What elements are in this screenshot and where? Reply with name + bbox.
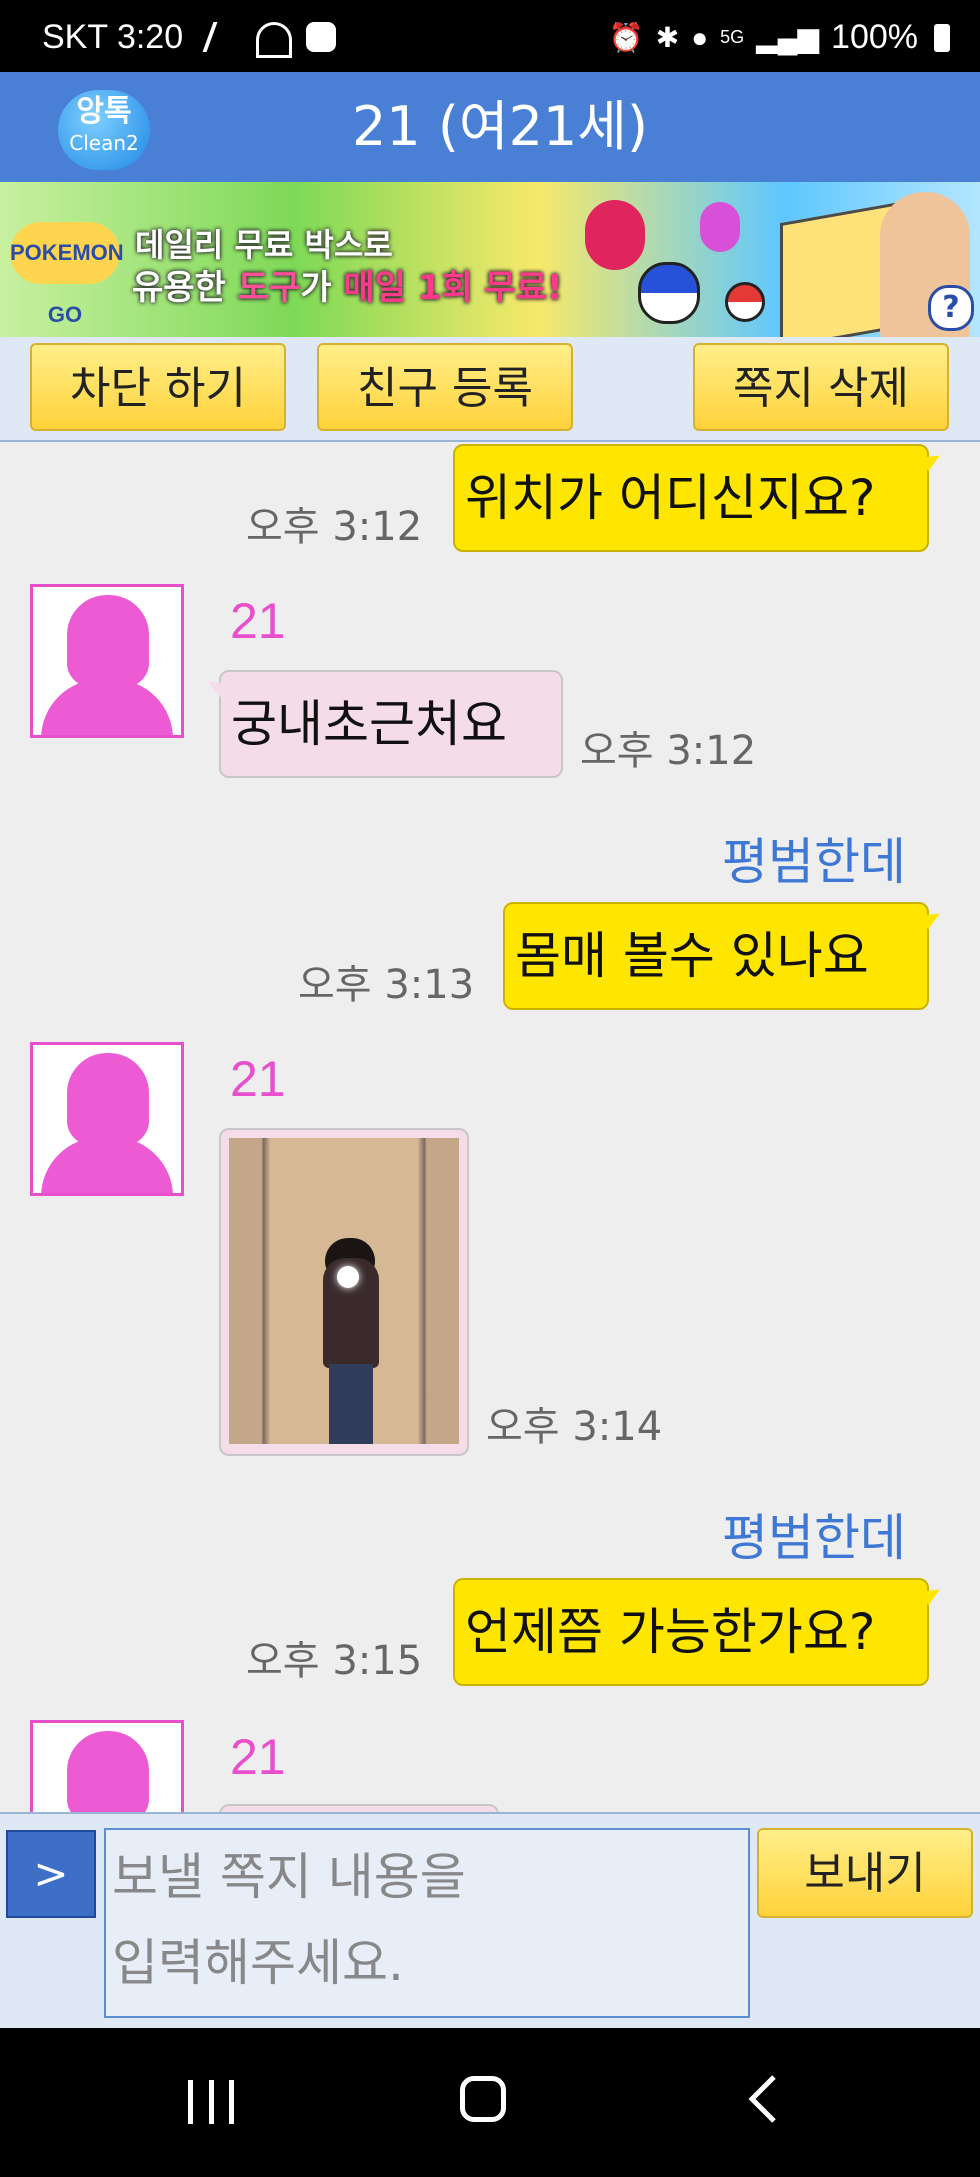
w-app-icon xyxy=(306,22,336,52)
expand-button[interactable]: > xyxy=(6,1830,96,1918)
block-button[interactable]: 차단 하기 xyxy=(30,343,286,431)
my-nickname: 평범한데 xyxy=(722,1509,906,1567)
sender-nickname: 21 xyxy=(230,1051,286,1107)
battery-percent: 100% xyxy=(831,18,918,56)
sender-avatar[interactable] xyxy=(30,584,184,738)
network-type: 5G xyxy=(720,27,745,47)
battery-icon xyxy=(934,23,950,52)
pokemon-go-logo: POKEMON GO xyxy=(10,222,124,327)
carrier-time: SKT 3:20 xyxy=(42,18,184,56)
signal-icon: ▂▄▆ xyxy=(756,22,820,53)
potion-icon xyxy=(700,202,740,252)
message-composer: > 보내기 xyxy=(0,1812,980,2030)
received-message-bubble[interactable] xyxy=(219,1804,499,1812)
received-message-bubble[interactable]: 궁내초근처요 xyxy=(219,670,563,778)
back-icon[interactable] xyxy=(748,2074,778,2124)
location-icon: ● xyxy=(691,21,709,53)
wifi-off-icon xyxy=(256,22,292,58)
message-input[interactable] xyxy=(104,1828,750,2018)
app-logo[interactable]: 앙톡 Clean2 xyxy=(58,90,150,170)
sender-nickname: 21 xyxy=(230,593,286,649)
delete-message-button[interactable]: 쪽지 삭제 xyxy=(693,343,949,431)
berry-icon xyxy=(585,200,645,270)
received-photo-bubble[interactable] xyxy=(219,1128,469,1456)
chat-title: 21 (여21세) xyxy=(351,95,649,158)
ad-banner[interactable]: POKEMON GO 데일리 무료 박스로 유용한 도구가 매일 1회 무료! … xyxy=(0,182,980,337)
bluetooth-icon: ✱ xyxy=(655,22,680,53)
chat-list[interactable]: 오후 3:12 위치가 어디신지요? 21 궁내초근처요 오후 3:12 평범한… xyxy=(0,442,980,1812)
message-time: 오후 3:13 xyxy=(298,962,475,1008)
recent-apps-icon[interactable] xyxy=(188,2080,234,2124)
received-photo[interactable] xyxy=(229,1138,459,1444)
message-time: 오후 3:14 xyxy=(486,1404,663,1450)
my-message-bubble[interactable]: 위치가 어디신지요? xyxy=(453,444,929,552)
my-message-bubble[interactable]: 언제쯤 가능한가요? xyxy=(453,1578,929,1686)
message-time: 오후 3:15 xyxy=(246,1638,423,1684)
sender-avatar[interactable] xyxy=(30,1042,184,1196)
banner-text-line2: 유용한 도구가 매일 1회 무료! xyxy=(132,268,563,308)
add-friend-button[interactable]: 친구 등록 xyxy=(317,343,573,431)
my-nickname: 평범한데 xyxy=(722,833,906,891)
pen-icon xyxy=(202,22,248,52)
sender-avatar[interactable] xyxy=(30,1720,184,1812)
system-nav-bar xyxy=(0,2028,980,2177)
pokeball-icon xyxy=(638,262,700,324)
ad-help-icon[interactable]: ? xyxy=(928,285,974,331)
message-time: 오후 3:12 xyxy=(246,504,423,550)
home-icon[interactable] xyxy=(460,2076,506,2122)
message-time: 오후 3:12 xyxy=(580,728,757,774)
alarm-icon: ⏰ xyxy=(608,22,644,53)
action-bar: 차단 하기 친구 등록 쪽지 삭제 xyxy=(0,337,980,442)
app-header: 앙톡 Clean2 21 (여21세) xyxy=(0,72,980,182)
my-message-bubble[interactable]: 몸매 볼수 있나요 xyxy=(503,902,929,1010)
send-button[interactable]: 보내기 xyxy=(757,1828,973,1918)
sender-nickname: 21 xyxy=(230,1729,286,1785)
status-bar: SKT 3:20 ⏰ ✱ ● 5G ▂▄▆ 100% xyxy=(0,0,980,72)
pokeball-small-icon xyxy=(725,282,765,322)
notification-icons xyxy=(202,22,336,58)
